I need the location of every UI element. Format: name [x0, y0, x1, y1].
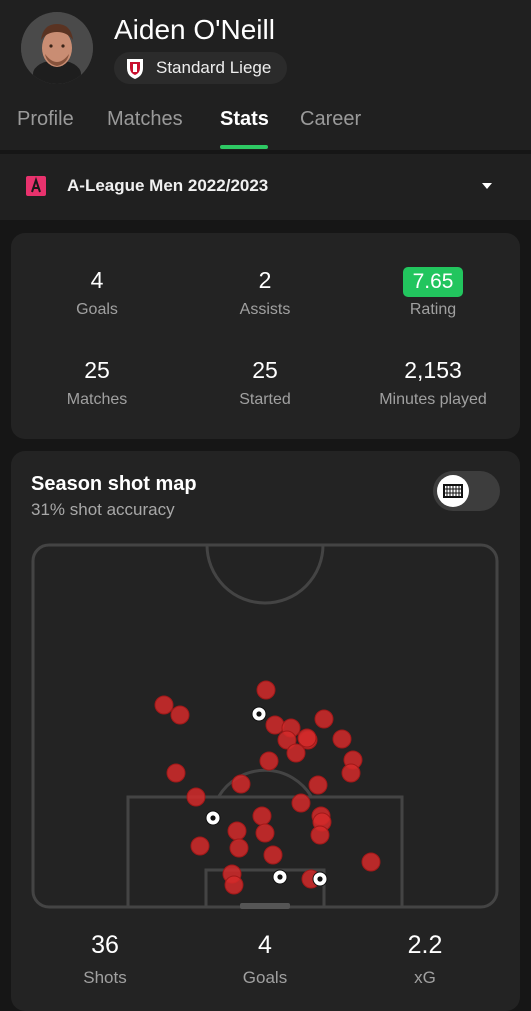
team-chip[interactable]: Standard Liege	[114, 52, 288, 84]
shot-marker[interactable]	[231, 774, 251, 794]
toggle-knob	[437, 475, 469, 507]
tab-profile[interactable]: Profile	[17, 108, 74, 131]
total-shots-value: 36	[91, 931, 119, 959]
shot-marker[interactable]	[255, 823, 275, 843]
shot-map-pitch	[31, 543, 499, 909]
stat-assists: 2 Assists	[180, 265, 350, 319]
shot-marker[interactable]	[256, 680, 276, 700]
stat-goals-label: Goals	[76, 301, 118, 318]
rating-badge: 7.65	[402, 267, 464, 297]
goal-ball-icon[interactable]	[205, 810, 221, 826]
shot-marker[interactable]	[224, 875, 244, 895]
shot-marker[interactable]	[154, 695, 174, 715]
team-name: Standard Liege	[156, 58, 272, 77]
shot-accuracy-text: 31% shot accuracy	[31, 500, 175, 519]
goal-ball-icon[interactable]	[272, 869, 288, 885]
shot-marker[interactable]	[310, 825, 330, 845]
goal-ball-icon[interactable]	[251, 706, 267, 722]
stat-started-label: Started	[239, 391, 291, 408]
total-shots-label: Shots	[83, 968, 127, 987]
shot-marker[interactable]	[252, 806, 272, 826]
stat-started-value: 25	[252, 357, 278, 383]
shot-marker[interactable]	[286, 743, 306, 763]
stat-assists-label: Assists	[239, 301, 291, 318]
total-goals-value: 4	[258, 931, 272, 959]
shot-markers	[154, 680, 381, 895]
shot-marker[interactable]	[297, 728, 317, 748]
shot-marker[interactable]	[263, 845, 283, 865]
goal-ball-icon[interactable]	[312, 871, 328, 887]
stat-rating: 7.65 Rating	[348, 265, 518, 319]
league-name: A-League Men 2022/2023	[67, 176, 269, 195]
total-goals-label: Goals	[242, 968, 288, 987]
shot-marker[interactable]	[227, 821, 247, 841]
shot-marker[interactable]	[265, 715, 285, 735]
shot-map-title: Season shot map	[31, 473, 197, 495]
active-tab-indicator	[220, 145, 268, 149]
league-logo-icon	[26, 176, 46, 196]
shot-marker[interactable]	[308, 775, 328, 795]
shot-marker[interactable]	[332, 729, 352, 749]
stat-assists-value: 2	[258, 267, 272, 293]
chevron-down-icon[interactable]	[481, 182, 493, 190]
total-xg-label: xG	[414, 968, 436, 987]
stat-goals: 4 Goals	[12, 265, 182, 319]
shot-marker[interactable]	[229, 838, 249, 858]
total-xg: 2.2 xG	[340, 930, 510, 988]
player-name: Aiden O'Neill	[114, 14, 275, 45]
tab-career[interactable]: Career	[300, 108, 361, 131]
tab-matches[interactable]: Matches	[107, 108, 183, 131]
shot-marker[interactable]	[166, 763, 186, 783]
player-header: Aiden O'Neill Standard Liege Profile Mat…	[0, 0, 531, 150]
tab-stats[interactable]: Stats	[220, 108, 269, 131]
stat-started: 25 Started	[180, 355, 350, 409]
total-goals: 4 Goals	[180, 930, 350, 988]
shot-marker[interactable]	[291, 793, 311, 813]
shot-marker[interactable]	[259, 751, 279, 771]
team-crest-icon	[127, 59, 143, 79]
shot-marker[interactable]	[314, 709, 334, 729]
tab-bar: Profile Matches Stats Career	[0, 104, 531, 150]
goal-view-toggle[interactable]	[433, 471, 500, 511]
stat-goals-value: 4	[90, 267, 104, 293]
shot-marker[interactable]	[186, 787, 206, 807]
stat-minutes-value: 2,153	[404, 357, 462, 383]
shot-marker[interactable]	[190, 836, 210, 856]
total-shots: 36 Shots	[20, 930, 190, 988]
stat-minutes-label: Minutes played	[379, 391, 487, 408]
player-avatar	[21, 12, 93, 84]
shot-marker[interactable]	[341, 763, 361, 783]
stat-rating-label: Rating	[409, 301, 457, 318]
shot-marker[interactable]	[361, 852, 381, 872]
total-xg-value: 2.2	[407, 931, 443, 959]
stat-matches-label: Matches	[66, 391, 128, 408]
shot-marker[interactable]	[170, 705, 190, 725]
goal-net-icon	[443, 484, 463, 498]
stat-matches: 25 Matches	[12, 355, 182, 409]
stat-minutes: 2,153 Minutes played	[348, 355, 518, 409]
stat-matches-value: 25	[84, 357, 110, 383]
